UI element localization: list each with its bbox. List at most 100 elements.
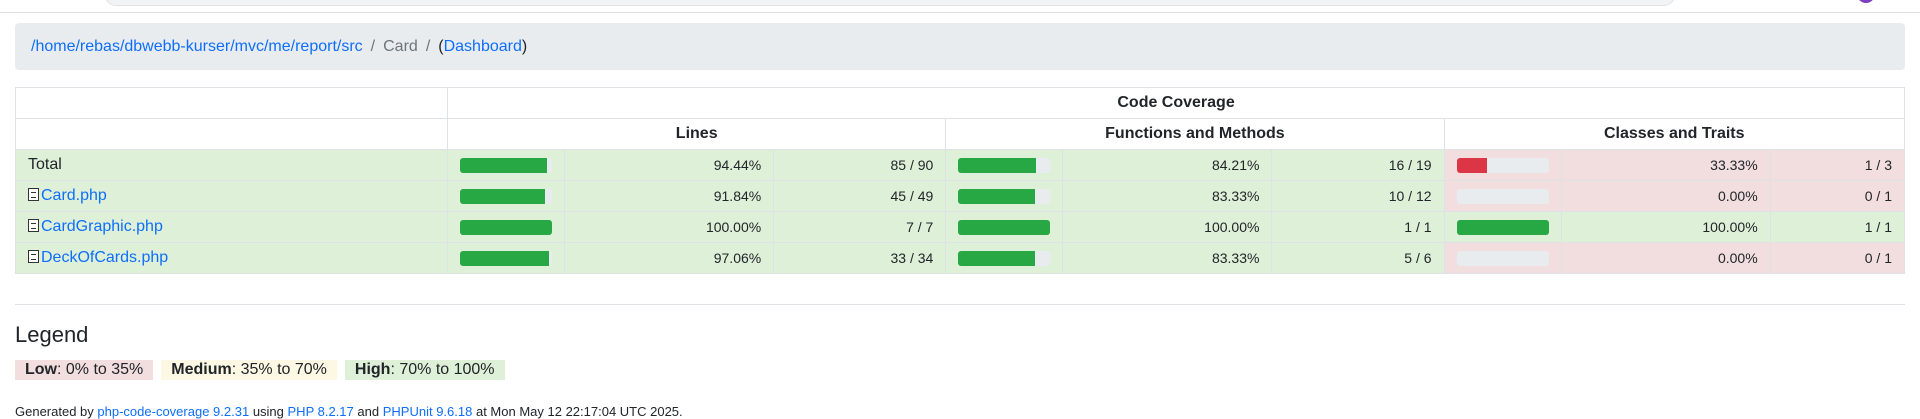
func-progress-bar — [958, 219, 1051, 235]
breadcrumb-separator: / — [370, 37, 376, 55]
lines-percent: 100.00% — [564, 211, 775, 243]
lines-progress-fill — [460, 250, 550, 266]
file-icon — [28, 219, 39, 232]
lines-ratio: 85 / 90 — [773, 149, 947, 181]
class-progress-bar — [1456, 250, 1549, 266]
address-bar[interactable] — [105, 0, 1675, 6]
class-percent: 0.00% — [1560, 242, 1771, 274]
class-percent: 33.33% — [1560, 149, 1771, 181]
func-progress-fill — [958, 250, 1035, 266]
lines-progress-fill — [460, 188, 545, 204]
legend-low-range: : 0% to 35% — [57, 361, 144, 378]
legend-low: Low: 0% to 35% — [15, 360, 154, 380]
class-bar-cell — [1443, 149, 1562, 181]
class-bar-cell — [1443, 180, 1562, 212]
lines-bar-cell — [447, 211, 566, 243]
func-progress-bar — [958, 250, 1051, 266]
breadcrumb-dashboard-link[interactable]: Dashboard — [444, 38, 522, 56]
class-bar-cell — [1443, 242, 1562, 274]
footer-phpunit-link[interactable]: PHPUnit 9.6.18 — [383, 404, 473, 419]
table-row: Total 94.44% 85 / 90 84.21% 16 / 19 33.33% 1 /… — [14, 149, 1906, 181]
lines-progress-fill — [460, 157, 547, 173]
file-link[interactable]: Card.php — [41, 187, 107, 204]
lines-ratio: 33 / 34 — [773, 242, 947, 274]
class-percent: 100.00% — [1560, 211, 1771, 243]
footer-generated-by: Generated by — [15, 404, 94, 419]
lines-progress-bar — [460, 188, 553, 204]
lines-ratio: 45 / 49 — [773, 180, 947, 212]
class-percent: 0.00% — [1560, 180, 1771, 212]
func-progress-fill — [958, 188, 1035, 204]
func-percent: 83.33% — [1062, 180, 1273, 212]
func-percent: 84.21% — [1062, 149, 1273, 181]
breadcrumb-path-link[interactable]: /home/rebas/dbwebb-kurser/mvc/me/report/… — [31, 38, 363, 56]
browser-top-edge — [0, 0, 1920, 13]
legend-medium-range: : 35% to 70% — [231, 361, 327, 378]
class-progress-bar — [1456, 188, 1549, 204]
row-name-cell: DeckOfCards.php — [14, 242, 449, 274]
func-bar-cell — [945, 242, 1064, 274]
lines-progress-fill — [460, 219, 553, 235]
file-link[interactable]: CardGraphic.php — [41, 218, 163, 235]
lines-progress-bar — [460, 157, 553, 173]
table-row: Card.php 91.84% 45 / 49 83.33% 10 / 12 0.00% 0… — [14, 180, 1906, 212]
func-ratio: 16 / 19 — [1271, 149, 1445, 181]
func-ratio: 5 / 6 — [1271, 242, 1445, 274]
footer-and: and — [357, 404, 380, 419]
class-progress-fill — [1456, 219, 1549, 235]
breadcrumb-separator: / — [425, 37, 431, 55]
lines-percent: 94.44% — [564, 149, 775, 181]
header-empty-cell — [14, 87, 449, 119]
func-ratio: 1 / 1 — [1271, 211, 1445, 243]
func-progress-fill — [958, 219, 1051, 235]
lines-header: Lines — [447, 118, 947, 150]
lines-bar-cell — [447, 242, 566, 274]
coverage-table: Code Coverage Lines Functions and Method… — [14, 87, 1906, 274]
classes-header: Classes and Traits — [1443, 118, 1906, 150]
class-progress-bar — [1456, 219, 1549, 235]
class-bar-cell — [1443, 211, 1562, 243]
lines-bar-cell — [447, 180, 566, 212]
class-progress-bar — [1456, 157, 1549, 173]
total-label: Total — [28, 156, 62, 173]
lines-ratio: 7 / 7 — [773, 211, 947, 243]
breadcrumb-current: Card — [383, 37, 418, 55]
legend-high-range: : 70% to 100% — [390, 361, 495, 378]
func-bar-cell — [945, 211, 1064, 243]
lines-bar-cell — [447, 149, 566, 181]
legend-low-label: Low — [25, 361, 57, 378]
legend-medium-label: Medium — [171, 361, 232, 378]
class-ratio: 1 / 3 — [1769, 149, 1906, 181]
file-icon — [28, 188, 39, 201]
row-name-cell: Card.php — [14, 180, 449, 212]
header-empty-cell — [14, 118, 449, 150]
legend-high: High: 70% to 100% — [344, 360, 505, 380]
func-percent: 100.00% — [1062, 211, 1273, 243]
class-ratio: 1 / 1 — [1769, 211, 1906, 243]
class-ratio: 0 / 1 — [1769, 180, 1906, 212]
func-progress-fill — [958, 157, 1036, 173]
func-percent: 83.33% — [1062, 242, 1273, 274]
lines-progress-bar — [460, 219, 553, 235]
code-coverage-header: Code Coverage — [447, 87, 1905, 119]
legend-medium: Medium: 35% to 70% — [161, 360, 337, 380]
file-link[interactable]: DeckOfCards.php — [41, 249, 168, 266]
func-bar-cell — [945, 180, 1064, 212]
func-ratio: 10 / 12 — [1271, 180, 1445, 212]
func-progress-bar — [958, 188, 1051, 204]
row-name-cell: Total — [14, 149, 449, 181]
profile-avatar[interactable] — [1857, 0, 1875, 3]
divider — [15, 304, 1905, 305]
lines-progress-bar — [460, 250, 553, 266]
func-bar-cell — [945, 149, 1064, 181]
func-progress-bar — [958, 157, 1051, 173]
footer-php-link[interactable]: PHP 8.2.17 — [288, 404, 354, 419]
lines-percent: 97.06% — [564, 242, 775, 274]
lines-percent: 91.84% — [564, 180, 775, 212]
legend-title: Legend — [15, 322, 89, 347]
class-progress-fill — [1456, 157, 1488, 173]
table-row: CardGraphic.php 100.00% 7 / 7 100.00% 1 / 11… — [14, 211, 1906, 243]
legend-high-label: High — [354, 361, 391, 378]
footer: Generated by php-code-coverage 9.2.31 us… — [15, 404, 683, 419]
footer-tool-link[interactable]: php-code-coverage 9.2.31 — [97, 404, 249, 419]
